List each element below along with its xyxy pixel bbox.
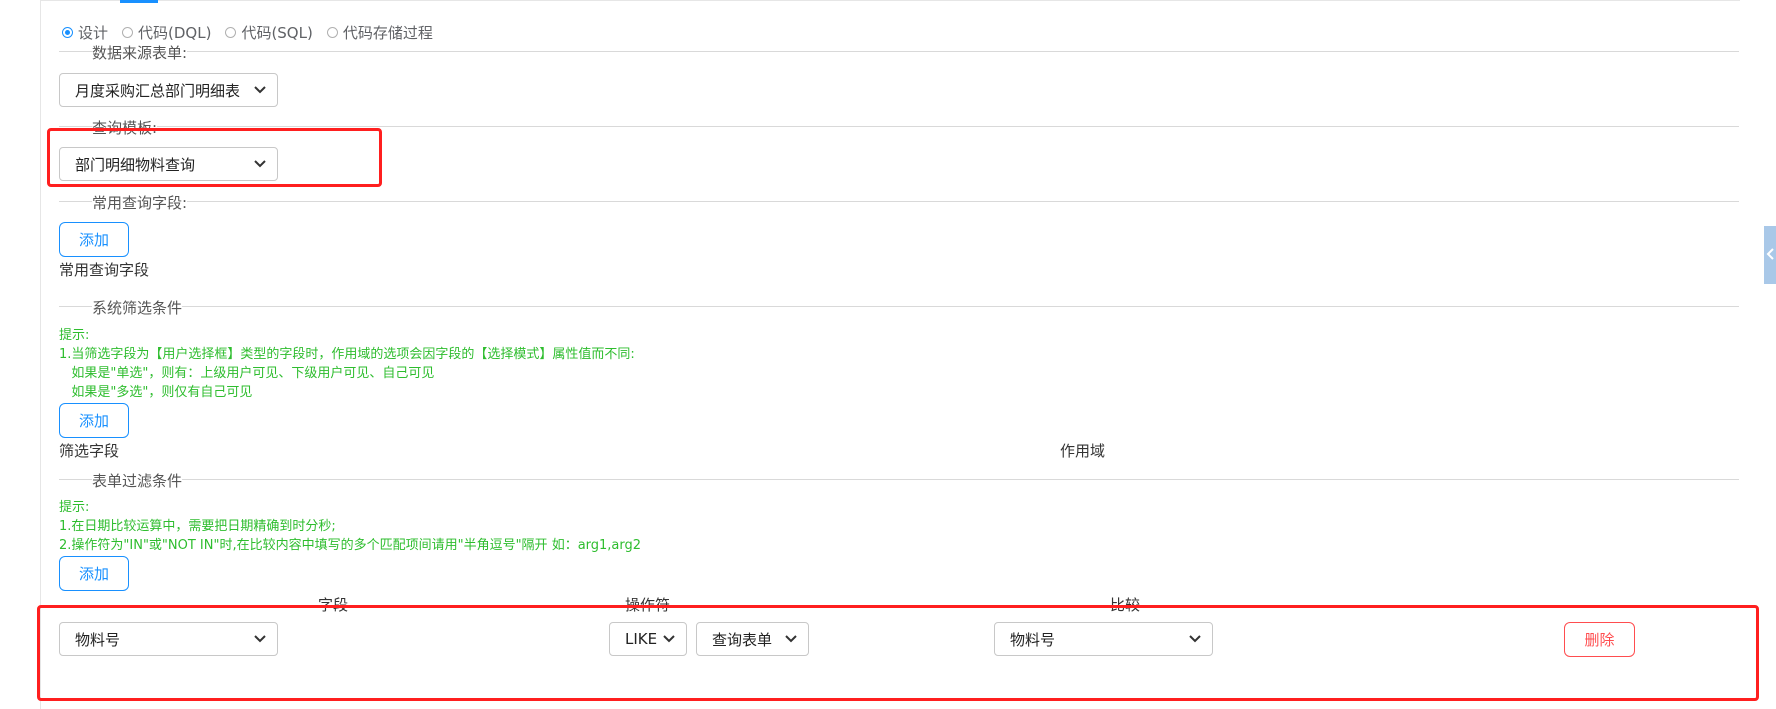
mode-radio-group: 设计 代码(DQL) 代码(SQL) 代码存储过程 xyxy=(62,22,433,43)
system-filter-col-scope: 作用域 xyxy=(1060,442,1106,460)
query-template-divider xyxy=(59,126,1739,127)
datasource-select-value: 月度采购汇总部门明细表 xyxy=(75,81,241,100)
radio-unchecked-icon[interactable] xyxy=(326,27,338,38)
chevron-down-icon xyxy=(253,83,267,97)
add-form-filter-button[interactable]: 添加 xyxy=(59,556,129,591)
form-filter-divider xyxy=(59,479,1739,480)
mode-option-sql[interactable]: 代码(SQL) xyxy=(225,22,313,43)
panel-left-border xyxy=(40,0,41,709)
mode-option-label: 设计 xyxy=(78,24,109,42)
common-fields-divider xyxy=(59,201,1739,202)
side-collapse-tab[interactable] xyxy=(1764,226,1776,284)
mode-option-label: 代码(DQL) xyxy=(138,24,212,42)
system-filter-title: 系统筛选条件 xyxy=(92,297,183,318)
system-filter-divider xyxy=(59,306,1739,307)
datasource-select[interactable]: 月度采购汇总部门明细表 xyxy=(59,73,278,107)
radio-checked-icon[interactable] xyxy=(62,27,73,38)
system-filter-col-field: 筛选字段 xyxy=(59,442,120,460)
form-filter-title: 表单过滤条件 xyxy=(92,470,183,491)
radio-unchecked-icon[interactable] xyxy=(122,27,134,38)
mode-option-label: 代码(SQL) xyxy=(241,24,313,42)
highlight-box-filter-row xyxy=(37,605,1759,701)
add-common-field-button[interactable]: 添加 xyxy=(59,222,129,257)
top-divider xyxy=(40,0,1740,1)
form-filter-hint: 提示: 1.在日期比较运算中，需要把日期精确到时分秒; 2.操作符为"IN"或"… xyxy=(59,500,642,553)
common-fields-list-label: 常用查询字段 xyxy=(59,261,150,279)
mode-option-label: 代码存储过程 xyxy=(342,24,433,42)
common-fields-title: 常用查询字段: xyxy=(92,192,188,213)
add-system-filter-button[interactable]: 添加 xyxy=(59,403,129,438)
highlight-box-template xyxy=(47,128,382,187)
datasource-divider xyxy=(59,51,1739,52)
mode-option-stored-proc[interactable]: 代码存储过程 xyxy=(326,22,433,43)
chevron-left-icon xyxy=(1766,247,1774,263)
system-filter-hint: 提示: 1.当筛选字段为【用户选择框】类型的字段时，作用域的选项会因字段的【选择… xyxy=(59,328,635,400)
active-tab-indicator xyxy=(120,0,158,3)
datasource-title: 数据来源表单: xyxy=(92,42,188,63)
radio-unchecked-icon[interactable] xyxy=(225,27,237,38)
mode-option-design[interactable]: 设计 xyxy=(62,22,108,43)
mode-option-dql[interactable]: 代码(DQL) xyxy=(122,22,211,43)
